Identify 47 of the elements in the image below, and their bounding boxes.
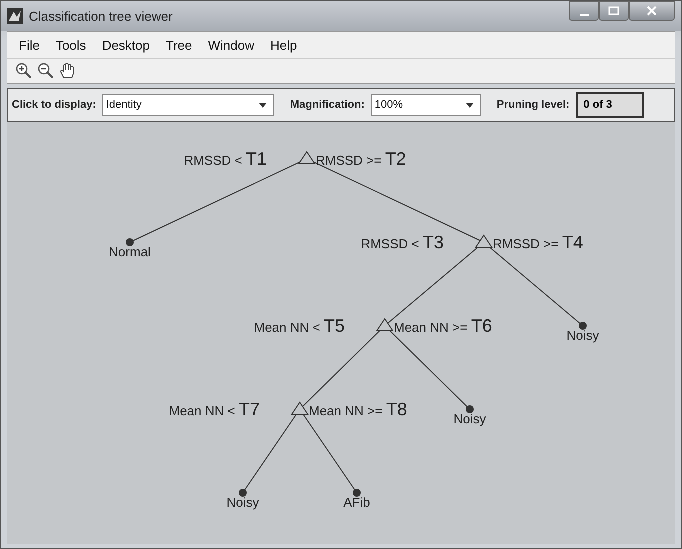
leaf-label: Noisy — [226, 495, 260, 510]
split-condition: RMSSD >= T2 — [316, 149, 406, 169]
pruning-level-field[interactable]: 0 of 3 — [576, 92, 644, 118]
menu-item[interactable]: Help — [262, 38, 306, 52]
split-condition: Mean NN < T7 — [169, 400, 260, 420]
maximize-icon — [608, 6, 620, 16]
menu-item[interactable]: Tree — [158, 38, 200, 52]
minimize-button[interactable] — [569, 1, 599, 21]
split-condition: Mean NN >= T8 — [309, 400, 408, 420]
close-button[interactable] — [629, 1, 675, 21]
hand-icon[interactable] — [59, 62, 77, 80]
menu-item[interactable]: File — [11, 38, 48, 52]
split-node-icon[interactable] — [475, 234, 493, 248]
zoom-out-icon[interactable] — [37, 62, 55, 80]
leaf-label: AFib — [344, 495, 370, 510]
leaf-label: Noisy — [454, 412, 486, 426]
leaf-label: Normal — [109, 244, 151, 260]
split-node-icon[interactable] — [376, 318, 394, 332]
split-node-icon[interactable] — [298, 151, 316, 164]
zoom-in-icon[interactable] — [15, 62, 33, 80]
magnification-dropdown[interactable]: 100% — [370, 94, 481, 116]
split-condition: RMSSD >= T4 — [493, 232, 584, 252]
split-condition: RMSSD < T3 — [361, 232, 444, 252]
split-condition: Mean NN < T5 — [254, 316, 345, 336]
pruning-label: Pruning level: — [496, 99, 570, 111]
leaf-node-icon[interactable] — [239, 489, 247, 497]
split-node-icon[interactable] — [291, 402, 309, 415]
display-dropdown[interactable]: Identity — [102, 94, 274, 116]
leaf-node-icon[interactable] — [353, 489, 361, 497]
split-condition: Mean NN >= T6 — [394, 316, 492, 336]
leaf-node-icon[interactable] — [579, 322, 587, 330]
window-title: Classification tree viewer — [29, 8, 174, 24]
caret-icon — [259, 102, 268, 108]
menu-item[interactable]: Window — [200, 38, 263, 52]
split-condition: RMSSD < T1 — [184, 149, 267, 169]
magnification-label: Magnification: — [290, 99, 365, 111]
leaf-node-icon[interactable] — [466, 406, 474, 414]
close-icon — [646, 6, 658, 16]
app-icon — [7, 8, 23, 24]
minimize-icon — [580, 14, 588, 16]
menu-item[interactable]: Tools — [48, 38, 94, 52]
maximize-button[interactable] — [599, 1, 629, 21]
leaf-node-icon[interactable] — [126, 238, 134, 246]
display-label: Click to display: — [12, 99, 96, 111]
caret-icon — [466, 102, 474, 108]
leaf-label: Noisy — [566, 328, 600, 343]
menu-item[interactable]: Desktop — [94, 38, 158, 52]
